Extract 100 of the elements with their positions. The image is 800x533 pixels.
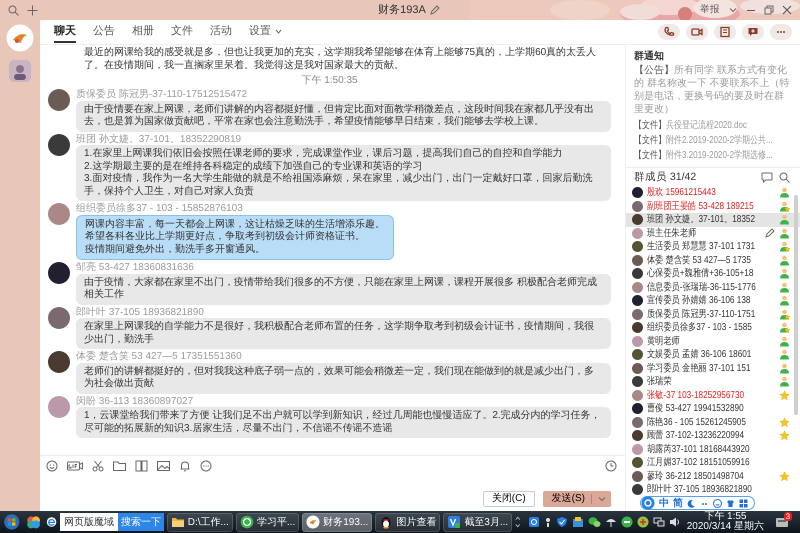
member-row[interactable]: 黄明老师 [626,334,800,348]
avatar[interactable] [48,134,70,156]
network-icon[interactable] [652,516,665,528]
member-row[interactable]: 文娱委员 孟婧 36-106 18601 [626,348,800,362]
screen-share-button[interactable] [714,24,736,40]
ime-charset[interactable]: 简 [673,496,683,510]
chevron-down-icon[interactable] [728,5,738,15]
grid-icon[interactable] [739,498,748,508]
member-row[interactable]: 蓼玲 36-212 18501498704 [626,470,800,483]
member-row[interactable]: 生活委员 郑慧慧 37-101 1731 [626,240,800,254]
tray-app-icon[interactable] [528,516,540,528]
pencil-icon[interactable] [765,228,775,238]
history-icon[interactable] [605,460,617,472]
volume-icon[interactable] [668,516,681,528]
member-row[interactable]: 质保委员 陈冠男-37-110-1751 [626,308,800,321]
shield-icon[interactable] [556,516,568,528]
image-icon[interactable] [157,460,170,472]
avatar [632,457,643,468]
tray-app-icon[interactable] [572,516,584,528]
tab[interactable]: 文件 [171,21,193,43]
ime-logo-icon[interactable] [641,496,655,510]
taskbar-button[interactable]: D:\工作... [166,512,233,532]
file-link[interactable]: 【文件】兵役登记流程2020.doc [634,119,747,132]
notification-badge: 3 [784,512,792,520]
browser-icon[interactable] [46,515,57,529]
search-icon[interactable] [779,172,790,183]
phone-button[interactable] [658,24,680,40]
taskbar-button[interactable]: 财务193... [302,512,372,532]
tab[interactable]: 设置 [249,21,282,43]
member-row[interactable]: 心保委员+魏雅倩+36-105+18 [626,267,800,280]
member-name: 顾蕾 37-102-13236220994 [647,430,744,442]
member-row[interactable]: 组织委员徐多37 - 103 - 1585 [626,321,800,334]
avatar[interactable] [48,351,70,373]
tray-app-icon[interactable] [636,516,649,528]
folder-icon[interactable] [113,460,126,472]
tab[interactable]: 活动 [210,21,232,43]
pencil-icon[interactable] [430,5,440,15]
member-row[interactable]: 班主任朱老师 [626,226,800,240]
shirt-icon[interactable] [726,498,735,508]
group-avatar[interactable] [6,24,34,52]
search-button[interactable]: 搜索一下 [118,513,164,531]
chat-bubble-icon[interactable] [761,172,773,183]
scissors-icon[interactable] [92,460,104,472]
document-icon[interactable] [135,460,148,472]
search-icon[interactable] [8,4,19,16]
moon-icon[interactable] [687,498,696,508]
gif-icon[interactable] [67,460,83,472]
member-row[interactable]: 殷欢 15961215443 [626,186,800,200]
ime-mode[interactable]: 中 [659,496,669,510]
announcement-text[interactable]: 【公告】所有同学 联系方式有变化的 群名称改一下 不要联系不上（特别是电话，更换号码的要及时在群里更改） [634,64,792,116]
member-row[interactable]: 张敏-37 103-18252956730 [626,388,800,402]
taskbar-button[interactable]: 学习平... [236,512,300,532]
send-button[interactable]: 发送(S) [542,491,611,507]
person-star-icon [779,200,790,212]
emoji-icon[interactable] [46,460,58,472]
member-row[interactable]: 胡露芮37-101 18168443920 [626,442,800,456]
more-button[interactable] [770,24,792,40]
chat-bubble-icon[interactable] [588,516,601,528]
emoji-icon[interactable] [713,498,722,508]
tray-app-icon[interactable] [620,516,633,528]
tab[interactable]: 聊天 [54,21,76,43]
tab[interactable]: 公告 [93,21,115,43]
add-message-button[interactable] [742,24,764,40]
member-row[interactable]: 体委 楚含笑 53 427—5 1735 [626,254,800,267]
umbrella-icon[interactable] [604,516,617,528]
tab[interactable]: 相册 [132,21,154,43]
plus-icon[interactable] [27,4,38,16]
file-link[interactable]: 【文件】附件3.2019-2020-2学期选修... [634,149,773,162]
member-row[interactable]: 学习委员 金艳丽 37-101 151 [626,362,800,375]
member-row[interactable]: 郎叶叶 37-105 18936821890 [626,483,800,496]
start-button[interactable] [3,512,21,532]
clock-time[interactable]: 下午 1:55 [686,512,764,522]
member-row[interactable]: 曹俊 53-427 19941532890 [626,402,800,416]
scrollbar[interactable] [794,195,798,415]
avatar[interactable] [48,262,70,284]
member-row[interactable]: 陈艳36 - 105 15261245905 [626,416,800,429]
member-row[interactable]: 班团 孙文婕。37-101。18352 [626,213,800,226]
taskbar-button[interactable]: 图片查看 [375,512,440,532]
clock-date[interactable]: 2020/3/14 星期六 [686,522,764,532]
close-button[interactable]: 关闭(C) [482,491,535,507]
avatar[interactable] [48,89,70,111]
close-icon[interactable] [782,5,792,15]
search-field[interactable]: 网页版魔域 [60,513,118,531]
member-row[interactable]: 副班团王晏皓 53-428 189215 [626,200,800,213]
video-call-button[interactable] [686,24,708,40]
taskbar-button[interactable]: 截至3月... [443,512,512,532]
message-text: 在家里上网课我的自学能力不是很好，我积极配合老师布置的任务，这学期争取考到初级会计证书，疫情期间，我很少出门，勤洗手 [84,321,595,346]
member-row[interactable]: 江月媚37-102 18151059916 [626,456,800,470]
member-row[interactable]: 张瑞荣 [626,375,800,388]
member-row[interactable]: 信息委员-张瑞瑞-36-115-1776 [626,280,800,294]
restore-icon[interactable] [764,5,774,15]
more-icon[interactable] [200,460,212,472]
ime-toolbar[interactable]: 中 简 [640,496,755,510]
tray-app-icon[interactable] [544,516,552,528]
file-link[interactable]: 【文件】附件2.2019-2020-2学期公共... [634,134,773,147]
bell-icon[interactable] [179,460,191,472]
message-text: 希望各科各业比上学期更好点，争取考到初级会计师资格证书。 [85,231,366,244]
avatar [632,214,643,226]
member-row[interactable]: 宣传委员 孙婧婧 36-106 138 [626,294,800,308]
member-row[interactable]: 顾蕾 37-102-13236220994 [626,429,800,442]
